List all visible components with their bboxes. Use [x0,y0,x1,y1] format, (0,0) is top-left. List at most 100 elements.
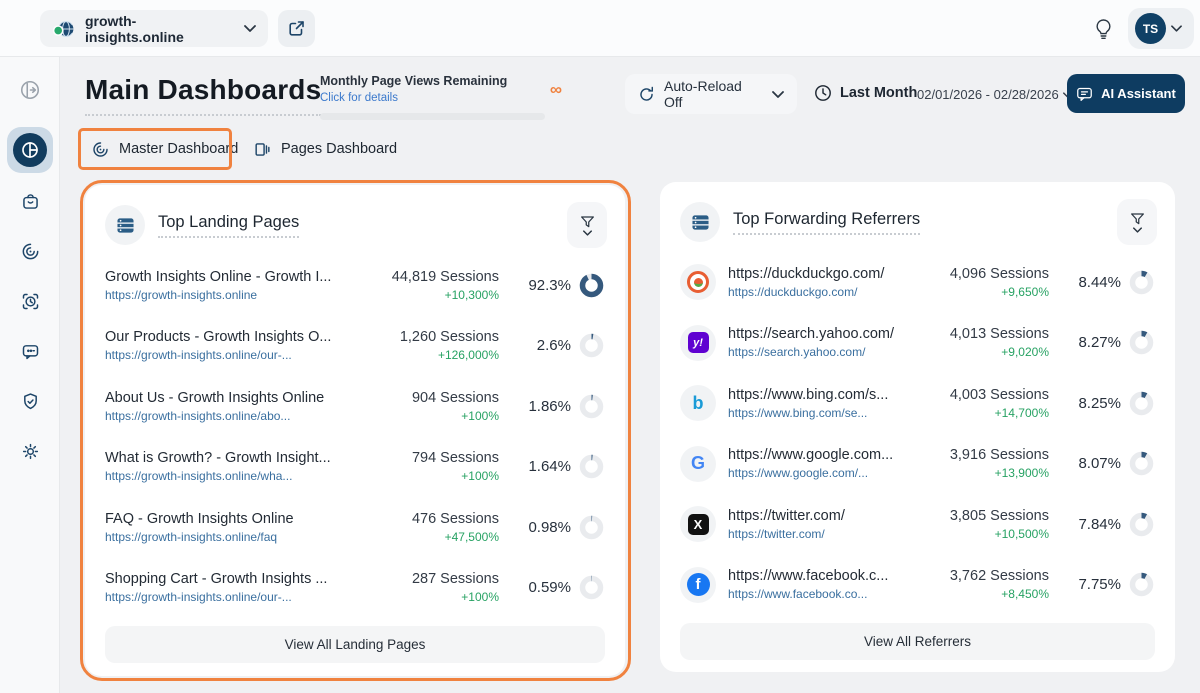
open-website-button[interactable] [278,10,315,47]
row-title: Shopping Cart - Growth Insights ... [105,571,369,587]
row-percent: 7.75% [1078,576,1121,593]
row-title: Our Products - Growth Insights O... [105,329,369,345]
quota-details-link[interactable]: Click for details [320,92,398,104]
donut-chart [578,574,605,601]
chevron-down-icon [1171,25,1182,32]
auto-reload-dropdown[interactable]: Auto-Reload Off [625,74,797,114]
donut-chart [1128,511,1155,538]
account-menu[interactable]: TS [1128,8,1194,49]
row-change-badge: +9,020% [931,345,1049,359]
chat-bubble-icon [20,341,41,362]
website-selector[interactable]: growth-insights.online [40,10,268,47]
donut-chart [578,514,605,541]
external-link-icon [288,20,305,37]
sidebar-item-dashboards[interactable] [7,127,53,173]
ideas-button[interactable] [1088,14,1118,44]
donut-chart [1128,390,1155,417]
list-item: Our Products - Growth Insights O... http… [105,316,605,377]
website-name: growth-insights.online [85,13,235,45]
row-title: https://twitter.com/ [728,508,919,524]
donut-chart [1128,329,1155,356]
chevron-down-icon [772,91,784,98]
row-url-link[interactable]: https://duckduckgo.com/ [728,285,919,299]
row-percent: 0.59% [528,579,571,596]
sidebar-item-privacy[interactable] [0,378,60,424]
list-widget-icon [105,205,145,245]
tab-pages-dashboard[interactable]: Pages Dashboard [253,133,397,165]
row-change-badge: +13,900% [931,466,1049,480]
favicon: X [680,506,716,542]
sidebar-item-settings[interactable] [0,428,60,474]
filter-button[interactable] [1117,199,1157,245]
google-favicon: G [691,453,705,474]
chevron-down-icon [244,25,256,32]
period-selector[interactable]: Last Month [814,84,917,102]
row-title: Growth Insights Online - Growth I... [105,269,369,285]
row-percent: 2.6% [537,337,571,354]
donut-chart [578,453,605,480]
row-sessions: 44,819 Sessions [381,269,499,285]
funnel-icon [1130,212,1145,226]
focus-clock-icon [20,291,41,312]
row-sessions: 904 Sessions [381,390,499,406]
quota-widget[interactable]: Monthly Page Views Remaining Click for d… [320,74,548,120]
sidebar-expand-button[interactable] [0,67,60,113]
list-item: y! https://search.yahoo.com/ https://sea… [680,313,1155,374]
favicon [680,264,716,300]
row-url-link[interactable]: https://growth-insights.online/our-... [105,590,369,604]
row-title: https://www.bing.com/s... [728,387,919,403]
tab-label: Master Dashboard [119,141,238,157]
donut-chart [1128,450,1155,477]
row-title: About Us - Growth Insights Online [105,390,369,406]
row-percent: 8.25% [1078,395,1121,412]
period-label: Last Month [840,85,917,101]
row-url-link[interactable]: https://growth-insights.online/wha... [105,469,369,483]
chevron-down-icon [1133,227,1142,233]
row-url-link[interactable]: https://www.google.com/... [728,466,919,480]
row-url-link[interactable]: https://search.yahoo.com/ [728,345,919,359]
lightbulb-icon [1094,18,1113,41]
view-all-landing-pages-button[interactable]: View All Landing Pages [105,626,605,663]
row-percent: 0.98% [528,519,571,536]
spiral-icon [91,140,110,159]
favicon: y! [680,325,716,361]
row-url-link[interactable]: https://growth-insights.online/our-... [105,348,369,362]
row-url-link[interactable]: https://growth-insights.online [105,288,369,302]
quota-progress-bar [320,113,545,120]
list-item: FAQ - Growth Insights Online https://gro… [105,497,605,558]
filter-button[interactable] [567,202,607,248]
row-url-link[interactable]: https://www.bing.com/se... [728,406,919,420]
row-sessions: 3,805 Sessions [931,508,1049,524]
sidebar-item-feedback[interactable] [0,328,60,374]
row-sessions: 287 Sessions [381,571,499,587]
row-percent: 1.64% [528,458,571,475]
tab-master-dashboard[interactable]: Master Dashboard [91,133,238,165]
row-url-link[interactable]: https://twitter.com/ [728,527,919,541]
sidebar-item-session-recordings[interactable] [0,278,60,324]
date-range-value: 02/01/2026 - 02/28/2026 [917,87,1059,102]
pages-icon [253,140,272,159]
row-url-link[interactable]: https://growth-insights.online/faq [105,530,369,544]
date-range-selector[interactable]: 02/01/2026 - 02/28/2026 [917,87,1072,102]
row-change-badge: +14,700% [931,406,1049,420]
facebook-favicon: f [687,573,710,596]
avatar: TS [1135,13,1166,44]
row-url-link[interactable]: https://growth-insights.online/abo... [105,409,369,423]
row-sessions: 3,762 Sessions [931,568,1049,584]
row-change-badge: +47,500% [381,530,499,544]
donut-chart [578,272,605,299]
list-widget-icon [680,202,720,242]
auto-reload-label: Auto-Reload Off [664,78,763,110]
view-all-referrers-button[interactable]: View All Referrers [680,623,1155,660]
dashboard-icon [13,133,47,167]
top-forwarding-referrers-card: Top Forwarding Referrers https://duckduc… [660,182,1175,672]
bag-icon [20,191,41,212]
ai-assistant-button[interactable]: AI Assistant [1067,74,1185,113]
row-percent: 8.27% [1078,334,1121,351]
row-url-link[interactable]: https://www.facebook.co... [728,587,919,601]
sidebar-item-web-analytics[interactable] [0,228,60,274]
list-item: f https://www.facebook.c... https://www.… [680,555,1155,616]
sidebar-item-ecommerce[interactable] [0,178,60,224]
infinity-icon: ∞ [550,80,562,100]
row-change-badge: +10,300% [381,288,499,302]
